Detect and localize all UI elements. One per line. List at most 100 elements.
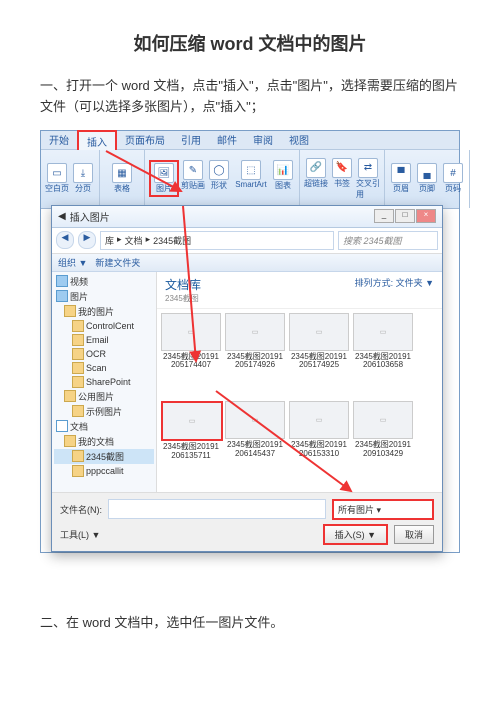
tree-item[interactable]: Scan xyxy=(54,361,154,375)
btn-smartart[interactable]: ⬚SmartArt xyxy=(233,160,269,197)
tree-item[interactable]: 2345截图 xyxy=(54,449,154,464)
tree-item[interactable]: 图片 xyxy=(54,289,154,304)
nav-fwd[interactable]: ▶ xyxy=(78,231,96,249)
picture-icon: 🖼 xyxy=(154,163,174,183)
btn-chart[interactable]: 📊图表 xyxy=(271,160,295,197)
thumb-label: 2345截图20191205174925 xyxy=(289,353,349,371)
tree-item-label: Email xyxy=(86,335,109,345)
btn-bookmark[interactable]: 🔖书签 xyxy=(330,158,354,200)
crumb-1[interactable]: 文档 xyxy=(125,234,143,247)
tree-item-label: 示例图片 xyxy=(86,405,122,418)
btn-table[interactable]: ▦表格 xyxy=(104,163,140,194)
tab-mail[interactable]: 邮件 xyxy=(209,130,245,149)
thumbnail[interactable]: ▭2345截图20191205174926 xyxy=(225,313,285,398)
crumb-0[interactable]: 库 xyxy=(105,234,114,247)
library-sub: 2345截图 xyxy=(165,293,201,304)
thumb-image: ▭ xyxy=(161,313,221,351)
tab-view[interactable]: 视图 xyxy=(281,130,317,149)
minimize-button[interactable]: _ xyxy=(374,209,394,223)
tools-dropdown[interactable]: 工具(L) ▼ xyxy=(60,528,100,541)
bookmark-icon: 🔖 xyxy=(332,158,352,178)
tab-review[interactable]: 审阅 xyxy=(245,130,281,149)
breadcrumb[interactable]: 库▸ 文档▸ 2345截图 xyxy=(100,231,334,250)
tab-insert[interactable]: 插入 xyxy=(77,130,117,151)
search-input[interactable]: 搜索 2345截图 xyxy=(338,231,438,250)
back-icon[interactable]: ◀ xyxy=(58,211,66,222)
organize-button[interactable]: 组织 ▼ xyxy=(58,256,87,269)
thumbnail[interactable]: ▭2345截图20191209103429 xyxy=(353,401,413,488)
folder-tree: 视频图片我的图片 ControlCent Email OCR Scan SharePoin… xyxy=(52,272,157,492)
tree-item-label: Scan xyxy=(86,363,107,373)
insert-button[interactable]: 插入(S) ▼ xyxy=(323,524,388,545)
tree-item[interactable]: 文档 xyxy=(54,419,154,434)
thumb-image: ▭ xyxy=(289,313,349,351)
chart-icon: 📊 xyxy=(273,160,293,180)
tree-item[interactable]: 我的文档 xyxy=(54,434,154,449)
cancel-button[interactable]: 取消 xyxy=(394,525,434,544)
folder-icon xyxy=(72,405,84,417)
thumbnail[interactable]: ▭2345截图20191206153310 xyxy=(289,401,349,488)
doc-icon xyxy=(56,420,68,432)
folder-icon xyxy=(72,348,84,360)
tree-item-label: 公用图片 xyxy=(78,390,114,403)
tree-item[interactable]: 我的图片 xyxy=(54,304,154,319)
folder-icon xyxy=(72,334,84,346)
tab-references[interactable]: 引用 xyxy=(173,130,209,149)
tree-item[interactable]: OCR xyxy=(54,347,154,361)
thumbnail-grid: ▭2345截图20191205174407▭2345截图201912051749… xyxy=(157,309,442,492)
nav-back[interactable]: ◀ xyxy=(56,231,74,249)
tree-item-label: ControlCent xyxy=(86,321,134,331)
close-button[interactable]: × xyxy=(416,209,436,223)
crumb-2[interactable]: 2345截图 xyxy=(153,234,191,247)
tree-item[interactable]: 示例图片 xyxy=(54,404,154,419)
page-icon: ▭ xyxy=(47,163,67,183)
dialog-title-bar: ◀ 插入图片 _ □ × xyxy=(52,206,442,228)
tree-item[interactable]: SharePoint xyxy=(54,375,154,389)
thumbnail[interactable]: ▭2345截图20191206145437 xyxy=(225,401,285,488)
thumb-label: 2345截图20191206103658 xyxy=(353,353,413,371)
btn-footer[interactable]: ▄页脚 xyxy=(415,163,439,194)
tree-item[interactable]: 公用图片 xyxy=(54,389,154,404)
tab-layout[interactable]: 页面布局 xyxy=(117,130,173,149)
btn-pagebreak[interactable]: ⤓分页 xyxy=(71,163,95,194)
dialog-toolbar: 组织 ▼ 新建文件夹 xyxy=(52,254,442,272)
thumbnail[interactable]: ▭2345截图20191205174407 xyxy=(161,313,221,398)
insert-picture-dialog: ◀ 插入图片 _ □ × ◀ ▶ 库▸ 文档▸ 2345截图 搜索 2345截图… xyxy=(51,205,443,552)
tree-item[interactable]: pppccallit xyxy=(54,464,154,478)
word-screenshot: 开始 插入 页面布局 引用 邮件 审阅 视图 ▭空白页 ⤓分页 ▦表格 🖼图片 … xyxy=(40,130,460,553)
tree-item[interactable]: ControlCent xyxy=(54,319,154,333)
sort-by[interactable]: 排列方式: 文件夹 ▼ xyxy=(355,276,434,304)
btn-hyperlink[interactable]: 🔗超链接 xyxy=(304,158,328,200)
tree-item[interactable]: Email xyxy=(54,333,154,347)
btn-picture[interactable]: 🖼图片 xyxy=(149,160,179,197)
btn-crossref[interactable]: ⇄交叉引用 xyxy=(356,158,380,200)
thumbnail[interactable]: ▭2345截图20191206135711 xyxy=(161,401,221,488)
thumb-label: 2345截图20191206135711 xyxy=(161,443,221,461)
filetype-dropdown[interactable]: 所有图片 ▾ xyxy=(332,499,434,520)
tree-item[interactable]: 视频 xyxy=(54,274,154,289)
thumbnail[interactable]: ▭2345截图20191206103658 xyxy=(353,313,413,398)
thumb-image: ▭ xyxy=(225,401,285,439)
btn-shapes[interactable]: ◯形状 xyxy=(207,160,231,197)
header-icon: ▀ xyxy=(391,163,411,183)
btn-clipart[interactable]: ✎剪贴画 xyxy=(181,160,205,197)
library-title: 文档库 xyxy=(165,276,201,293)
filename-input[interactable] xyxy=(108,499,326,519)
step-1: 一、打开一个 word 文档，点击"插入"，点击"图片"，选择需要压缩的图片文件… xyxy=(40,76,460,118)
thumb-image: ▭ xyxy=(225,313,285,351)
tab-start[interactable]: 开始 xyxy=(41,130,77,149)
btn-header[interactable]: ▀页眉 xyxy=(389,163,413,194)
newfolder-button[interactable]: 新建文件夹 xyxy=(95,256,140,269)
page-title: 如何压缩 word 文档中的图片 xyxy=(40,30,460,56)
folder-icon xyxy=(72,465,84,477)
folder-icon xyxy=(64,305,76,317)
maximize-button[interactable]: □ xyxy=(395,209,415,223)
tree-item-label: 2345截图 xyxy=(86,450,124,463)
folder-icon xyxy=(72,362,84,374)
tree-item-label: 我的图片 xyxy=(78,305,114,318)
folder-icon xyxy=(72,320,84,332)
thumbnail[interactable]: ▭ 2345截图20191205174925 xyxy=(289,313,349,398)
smartart-icon: ⬚ xyxy=(241,160,261,180)
btn-pagenum[interactable]: #页码 xyxy=(441,163,465,194)
btn-blankpage[interactable]: ▭空白页 xyxy=(45,163,69,194)
